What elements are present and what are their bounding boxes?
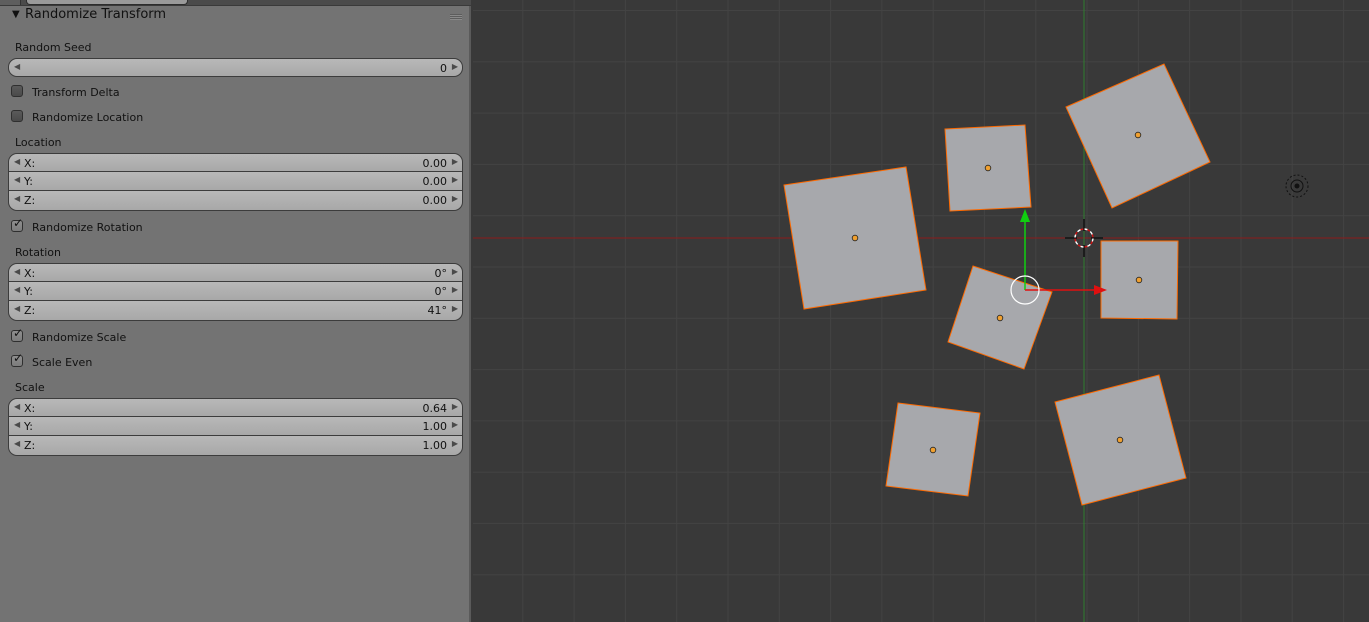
randomize-scale-checkbox[interactable]: ✓: [11, 326, 24, 342]
object-origin-icon: [1134, 131, 1142, 139]
scale-z-key: Z:: [24, 439, 36, 452]
increment-arrow-icon[interactable]: ▶: [452, 285, 458, 294]
decrement-arrow-icon[interactable]: ◀: [14, 402, 20, 411]
random-seed-field[interactable]: ◀ 0 ▶: [8, 58, 463, 77]
checkmark-icon: ✓: [13, 351, 24, 365]
increment-arrow-icon[interactable]: ▶: [452, 304, 458, 313]
location-z-value: 0.00: [422, 194, 448, 207]
object-origin-icon: [996, 314, 1004, 322]
viewport-scene[interactable]: [473, 0, 1369, 622]
decrement-arrow-icon[interactable]: ◀: [14, 439, 20, 448]
object-origin-icon: [984, 164, 992, 172]
randomize-location-checkbox[interactable]: [11, 110, 23, 122]
rotation-x-value: 0°: [434, 267, 448, 280]
lamp-icon[interactable]: [1285, 174, 1309, 198]
location-label: Location: [15, 136, 62, 149]
panel-title: Randomize Transform: [25, 7, 167, 22]
object-origin-icon: [1135, 276, 1143, 284]
increment-arrow-icon[interactable]: ▶: [452, 402, 458, 411]
decrement-arrow-icon[interactable]: ◀: [14, 420, 20, 429]
randomize-scale-label: Randomize Scale: [32, 331, 127, 344]
scale-even-label: Scale Even: [32, 356, 93, 369]
decrement-arrow-icon[interactable]: ◀: [14, 285, 20, 294]
location-y-field[interactable]: ◀ Y: 0.00 ▶: [8, 172, 463, 191]
scale-y-value: 1.00: [422, 420, 448, 433]
scale-y-key: Y:: [24, 420, 33, 433]
increment-arrow-icon[interactable]: ▶: [452, 439, 458, 448]
decrement-arrow-icon[interactable]: ◀: [14, 157, 20, 166]
decrement-arrow-icon[interactable]: ◀: [14, 267, 20, 276]
location-z-key: Z:: [24, 194, 36, 207]
object-origin-icon: [1116, 436, 1124, 444]
scale-x-value: 0.64: [422, 402, 448, 415]
collapse-triangle-icon[interactable]: ▼: [12, 9, 20, 20]
increment-arrow-icon[interactable]: ▶: [452, 62, 458, 71]
transform-delta-checkbox[interactable]: [11, 85, 23, 97]
location-y-value: 0.00: [422, 175, 448, 188]
scale-x-key: X:: [24, 402, 36, 415]
randomize-rotation-checkbox[interactable]: ✓: [11, 216, 24, 232]
increment-arrow-icon[interactable]: ▶: [452, 157, 458, 166]
rotation-z-key: Z:: [24, 304, 36, 317]
rotation-y-field[interactable]: ◀ Y: 0° ▶: [8, 282, 463, 301]
checkmark-icon: ✓: [13, 326, 24, 340]
increment-arrow-icon[interactable]: ▶: [452, 267, 458, 276]
increment-arrow-icon[interactable]: ▶: [452, 420, 458, 429]
panel-header[interactable]: ▼ Randomize Transform: [0, 6, 469, 28]
scale-x-field[interactable]: ◀ X: 0.64 ▶: [8, 398, 463, 417]
scale-even-checkbox[interactable]: ✓: [11, 351, 24, 367]
increment-arrow-icon[interactable]: ▶: [452, 175, 458, 184]
scale-z-value: 1.00: [422, 439, 448, 452]
object-origin-icon: [929, 446, 937, 454]
location-x-value: 0.00: [422, 157, 448, 170]
scale-y-field[interactable]: ◀ Y: 1.00 ▶: [8, 417, 463, 436]
object-origin-icon: [851, 234, 859, 242]
decrement-arrow-icon[interactable]: ◀: [14, 304, 20, 313]
operator-panel: ▼ Randomize Transform Random Seed ◀ 0 ▶ …: [0, 0, 471, 622]
rotation-z-field[interactable]: ◀ Z: 41° ▶: [8, 301, 463, 321]
clipped-button: [26, 0, 188, 5]
increment-arrow-icon[interactable]: ▶: [452, 194, 458, 203]
rotation-z-value: 41°: [427, 304, 448, 317]
rotation-y-key: Y:: [24, 285, 33, 298]
rotation-x-field[interactable]: ◀ X: 0° ▶: [8, 263, 463, 282]
decrement-arrow-icon[interactable]: ◀: [14, 175, 20, 184]
transform-gizmo[interactable]: [1010, 209, 1107, 305]
panel-tab-stub: [0, 0, 21, 5]
scale-z-field[interactable]: ◀ Z: 1.00 ▶: [8, 436, 463, 456]
drag-grip-icon[interactable]: [450, 14, 462, 20]
3d-viewport[interactable]: [473, 0, 1369, 622]
random-seed-value: 0: [440, 62, 447, 75]
rotation-label: Rotation: [15, 246, 62, 259]
randomize-rotation-label: Randomize Rotation: [32, 221, 143, 234]
location-z-field[interactable]: ◀ Z: 0.00 ▶: [8, 191, 463, 211]
scale-label: Scale: [15, 381, 45, 394]
rotation-x-key: X:: [24, 267, 36, 280]
randomize-location-label: Randomize Location: [32, 111, 144, 124]
location-x-field[interactable]: ◀ X: 0.00 ▶: [8, 153, 463, 172]
rotation-y-value: 0°: [434, 285, 448, 298]
gizmo-y-arrow-icon[interactable]: [1020, 209, 1030, 222]
location-x-key: X:: [24, 157, 36, 170]
checkmark-icon: ✓: [13, 216, 24, 230]
transform-delta-label: Transform Delta: [32, 86, 120, 99]
decrement-arrow-icon[interactable]: ◀: [14, 62, 20, 71]
decrement-arrow-icon[interactable]: ◀: [14, 194, 20, 203]
random-seed-label: Random Seed: [15, 41, 92, 54]
location-y-key: Y:: [24, 175, 33, 188]
